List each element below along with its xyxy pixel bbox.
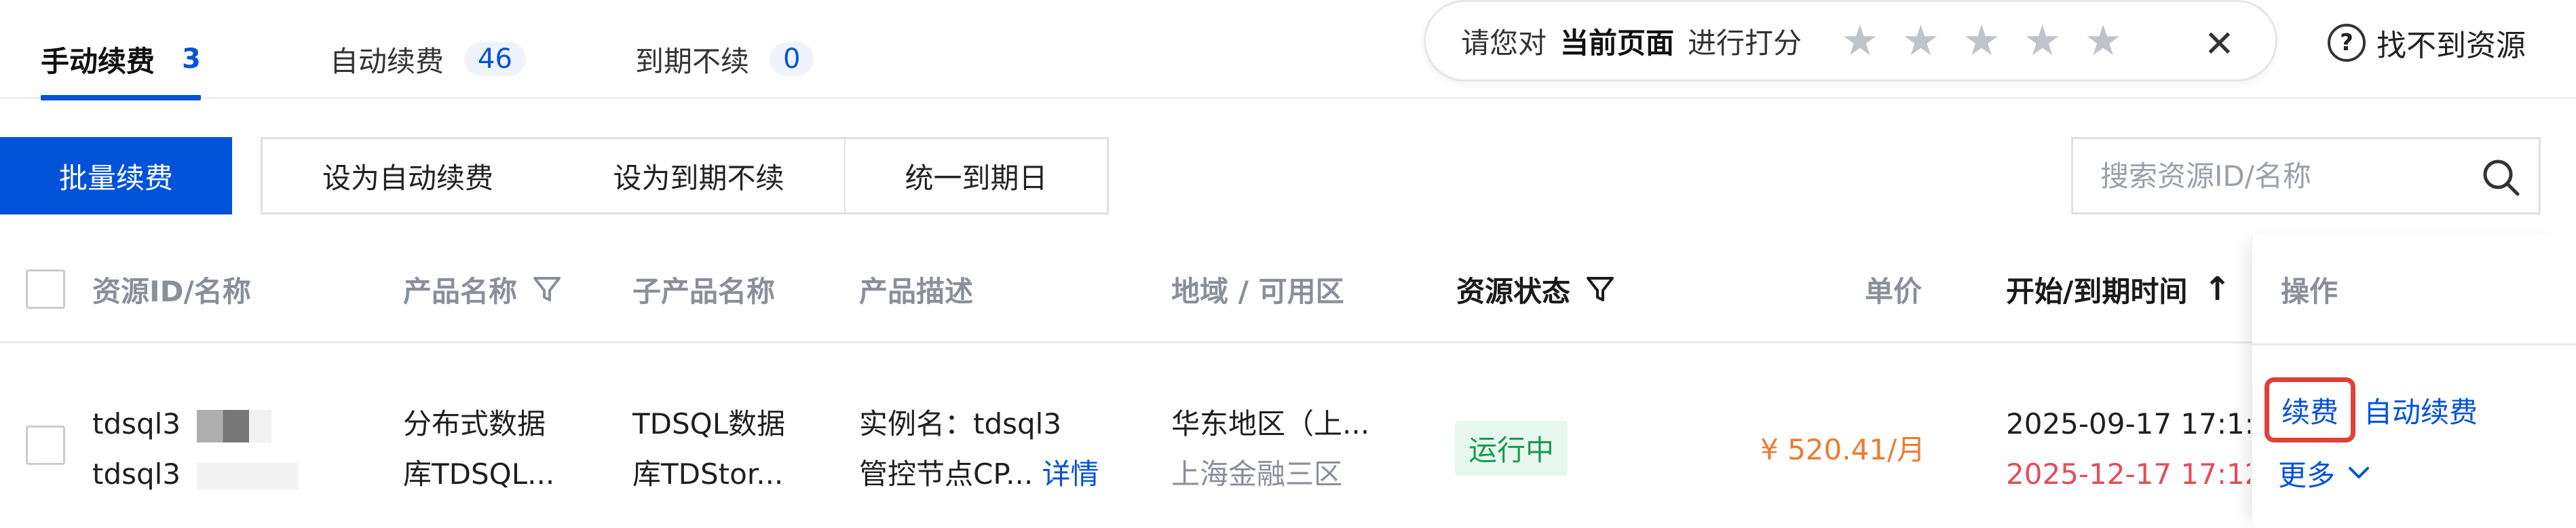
row-checkbox[interactable] — [26, 426, 65, 465]
chevron-down-icon — [2349, 467, 2370, 478]
star-icon[interactable]: ★ — [2024, 20, 2062, 62]
question-circle-icon: ? — [2328, 24, 2366, 62]
column-label: 产品名称 — [403, 274, 518, 308]
tab-label: 到期不续 — [635, 44, 750, 78]
column-resource-status[interactable]: 资源状态 — [1456, 235, 1615, 343]
unit-price: ¥ 520.41/月 — [1760, 433, 1926, 466]
description-line: 实例名：tdsql3 — [859, 407, 1062, 440]
auto-renew-link[interactable]: 自动续费 — [2364, 383, 2478, 437]
column-product-description: 产品描述 — [859, 274, 974, 308]
star-icon[interactable]: ★ — [1902, 20, 1940, 62]
end-time: 2025-12-17 17:12 — [2006, 457, 2250, 491]
star-icon[interactable]: ★ — [1841, 20, 1879, 62]
redacted-block — [197, 409, 272, 442]
tab-label: 手动续费 — [41, 44, 155, 78]
more-actions-dropdown[interactable]: 更多 — [2278, 448, 2370, 498]
status-badge: 运行中 — [1455, 421, 1568, 476]
page-rating-bar: 请您对 当前页面 进行打分 ★ ★ ★ ★ ★ ✕ — [1424, 0, 2277, 81]
sort-ascending-icon[interactable]: ↑ — [2203, 270, 2231, 308]
more-label: 更多 — [2278, 458, 2336, 492]
resource-name: tdsql3 — [92, 457, 181, 491]
rating-suffix: 进行打分 — [1688, 26, 1802, 60]
set-auto-renew-button[interactable]: 设为自动续费 — [261, 137, 555, 214]
renewal-page: 手动续费 3 自动续费 46 到期不续 0 请您对 当前页面 进行打分 ★ ★ … — [0, 0, 2576, 528]
details-link[interactable]: 详情 — [1042, 457, 1099, 491]
tab-count-badge: 46 — [464, 42, 526, 76]
filter-icon[interactable] — [532, 274, 562, 304]
rating-prefix: 请您对 — [1461, 26, 1547, 60]
tab-label: 自动续费 — [330, 44, 444, 78]
column-operations: 操作 — [2281, 274, 2338, 308]
renew-button[interactable]: 续费 — [2265, 377, 2356, 442]
column-region-zone: 地域 / 可用区 — [1171, 274, 1344, 308]
column-product-name[interactable]: 产品名称 — [403, 235, 562, 343]
column-unit-price: 单价 — [1865, 274, 1922, 308]
table-row: tdsql3 tdsql3 分布式数据 库TDSQL... TDSQL数据 库T… — [0, 345, 2576, 528]
filter-icon[interactable] — [1585, 274, 1615, 304]
unify-expiry-button[interactable]: 统一到期日 — [846, 137, 1109, 214]
tab-count-badge: 3 — [182, 43, 201, 75]
region-zone-cell: 华东地区（上... 上海金融三区 — [1171, 399, 1369, 499]
search-icon[interactable] — [2480, 157, 2521, 197]
resource-id-cell: tdsql3 tdsql3 — [92, 399, 299, 499]
table-header: 资源ID/名称 产品名称 子产品名称 产品描述 地域 / 可用区 资源状态 单价… — [0, 235, 2576, 343]
divider — [2252, 343, 2576, 345]
subproduct-name-line: 库TDStor... — [632, 457, 784, 491]
tab-count-badge: 0 — [770, 42, 814, 76]
star-icon[interactable]: ★ — [1963, 20, 2001, 62]
star-icon[interactable]: ★ — [2084, 20, 2122, 62]
start-end-time-cell: 2025-09-17 17:1: 2025-12-17 17:12 — [2006, 399, 2250, 499]
help-label: 找不到资源 — [2376, 29, 2526, 63]
column-start-end-time[interactable]: 开始/到期时间 ↑ — [2006, 235, 2231, 343]
zone-text: 上海金融三区 — [1171, 457, 1343, 491]
product-description-cell: 实例名：tdsql3 管控节点CP... 详情 — [859, 399, 1099, 499]
column-label: 资源状态 — [1456, 274, 1571, 308]
resource-search-box — [2071, 137, 2541, 214]
tab-auto-renewal[interactable]: 自动续费 46 — [330, 35, 526, 83]
column-label: 开始/到期时间 — [2006, 274, 2188, 308]
close-icon[interactable]: ✕ — [2204, 22, 2235, 65]
product-name-line: 库TDSQL... — [403, 457, 555, 491]
set-no-renew-button[interactable]: 设为到期不续 — [553, 137, 846, 214]
subproduct-name-line: TDSQL数据 — [632, 407, 786, 440]
tab-manual-renewal[interactable]: 手动续费 3 — [41, 35, 201, 100]
column-subproduct-name: 子产品名称 — [632, 274, 776, 308]
redacted-block — [197, 462, 299, 490]
resource-id[interactable]: tdsql3 — [92, 407, 181, 440]
rating-stars: ★ ★ ★ ★ ★ — [1841, 20, 2122, 62]
region-text: 华东地区（上... — [1171, 407, 1370, 440]
start-time: 2025-09-17 17:1: — [2006, 407, 2250, 440]
batch-renew-button[interactable]: 批量续费 — [0, 137, 232, 214]
operations-column: 操作 续费 自动续费 更多 — [2252, 235, 2576, 528]
select-all-checkbox[interactable] — [26, 269, 65, 309]
cannot-find-resource-link[interactable]: ? 找不到资源 — [2328, 19, 2526, 67]
column-resource-id: 资源ID/名称 — [92, 274, 251, 308]
rating-bold-text: 当前页面 — [1560, 26, 1675, 60]
description-line: 管控节点CP... — [859, 457, 1034, 491]
tab-no-renewal[interactable]: 到期不续 0 — [635, 35, 814, 83]
product-name-cell: 分布式数据 库TDSQL... — [403, 399, 554, 499]
search-input[interactable] — [2100, 159, 2467, 193]
subproduct-name-cell: TDSQL数据 库TDStor... — [632, 399, 785, 499]
product-name-line: 分布式数据 — [403, 407, 546, 440]
